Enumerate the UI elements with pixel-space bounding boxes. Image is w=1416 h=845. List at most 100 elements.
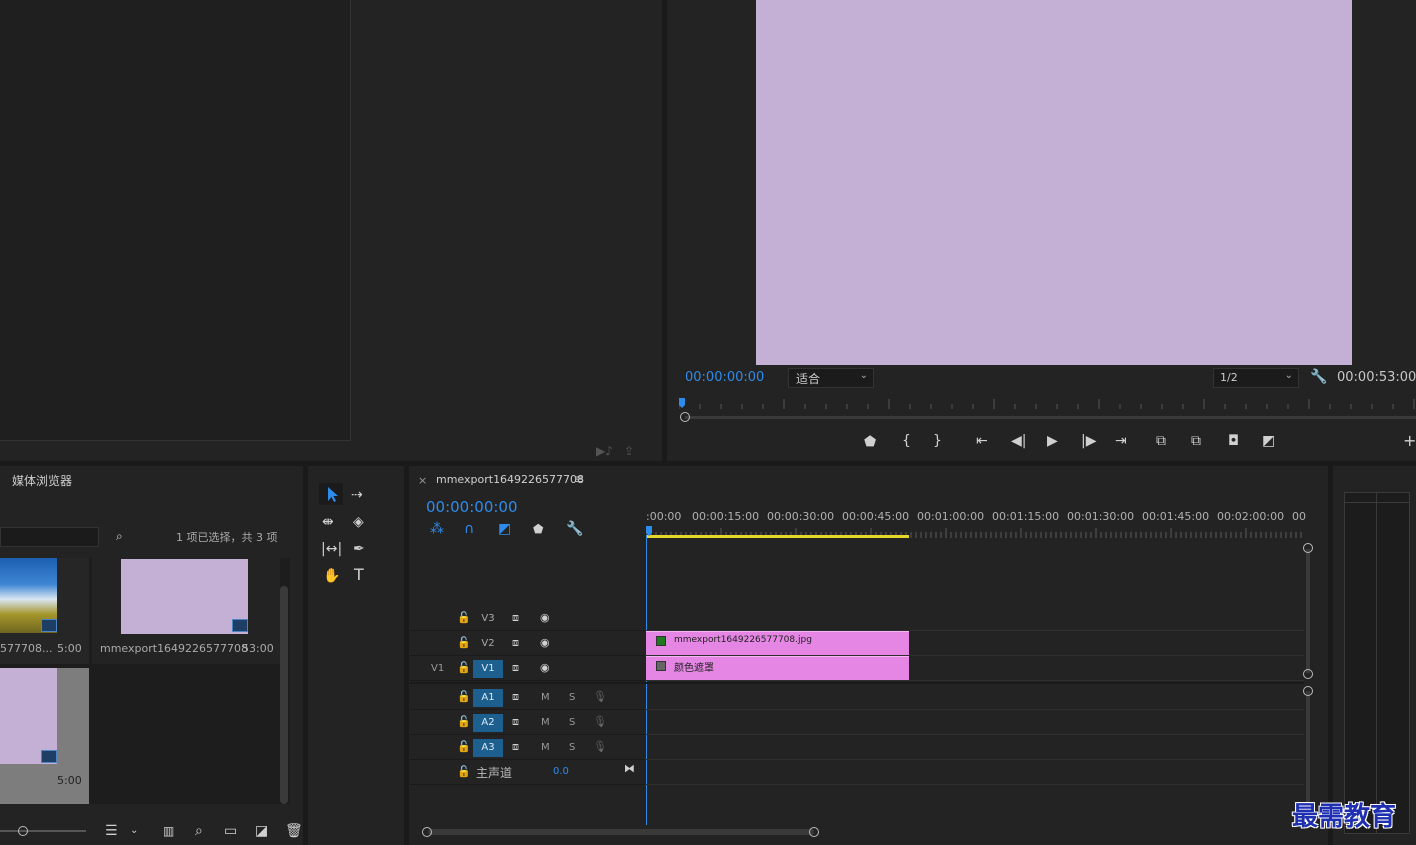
export-icon[interactable]: ⇪ [624, 444, 634, 458]
clip-v1-color-matte[interactable]: 颜色遮罩 [646, 656, 909, 680]
sync-lock-icon[interactable]: ⧈ [512, 715, 519, 729]
step-forward-icon[interactable]: |▶ [1081, 434, 1096, 448]
track-v1-label[interactable]: V1 [473, 660, 503, 678]
project-item[interactable]: mmexport1649226577708 53:00 [92, 558, 280, 664]
mark-in-icon[interactable]: { [902, 434, 911, 448]
sync-lock-icon[interactable]: ⧈ [512, 740, 519, 754]
project-item-selected[interactable]: 5:00 [0, 668, 89, 804]
timeline-horizontal-scrollbar[interactable] [428, 829, 814, 835]
lock-icon[interactable]: 🔓 [457, 661, 471, 675]
sync-lock-icon[interactable]: ⧈ [512, 661, 519, 675]
slip-icon[interactable]: |↔| [321, 542, 342, 556]
zoom-slider[interactable] [0, 830, 86, 832]
solo-button[interactable]: S [569, 692, 575, 703]
hscroll-handle-left[interactable] [422, 827, 432, 837]
sync-lock-icon[interactable]: ⧈ [512, 636, 519, 650]
extract-icon[interactable]: ⧉ [1191, 434, 1201, 448]
microphone-icon[interactable]: 🎙 [593, 740, 607, 754]
add-marker-icon[interactable]: ⬟ [864, 435, 876, 449]
find-icon[interactable]: ⌕ [116, 529, 123, 543]
track-v2-label[interactable]: V2 [473, 635, 503, 653]
zoom-slider-handle[interactable] [18, 826, 28, 836]
lock-icon[interactable]: 🔓 [457, 636, 471, 650]
timeline-settings-icon[interactable]: 🔧 [566, 522, 583, 536]
eye-icon[interactable]: ◉ [540, 636, 550, 650]
comparison-view-icon[interactable]: ◩ [1262, 434, 1275, 448]
sync-lock-icon[interactable]: ⧈ [512, 690, 519, 704]
automate-icon[interactable]: ▥ [163, 824, 174, 838]
program-mini-ruler[interactable] [679, 396, 1416, 410]
timeline-tab-close[interactable]: × [418, 474, 427, 487]
go-to-end-icon[interactable]: ⧓ [624, 762, 635, 776]
lock-icon[interactable]: 🔓 [457, 690, 471, 704]
project-item[interactable]: 577708... 5:00 [0, 558, 89, 664]
lock-icon[interactable]: 🔓 [457, 765, 471, 779]
sort-icon[interactable]: ☰ [105, 824, 118, 838]
lock-icon[interactable]: 🔓 [457, 740, 471, 754]
mute-button[interactable]: M [541, 742, 550, 753]
master-volume-value[interactable]: 0.0 [553, 766, 569, 777]
type-icon[interactable]: T [354, 567, 364, 583]
clip-v1-label: 颜色遮罩 [674, 663, 714, 674]
mark-out-icon[interactable]: } [933, 434, 942, 448]
program-scroll-track[interactable] [685, 416, 1416, 419]
go-to-in-icon[interactable]: ⇤ [976, 434, 988, 448]
timeline-tab-menu[interactable]: ≡ [574, 472, 584, 486]
mute-button[interactable]: M [541, 692, 550, 703]
razor-icon[interactable]: ◈ [353, 515, 364, 529]
track-a1-label[interactable]: A1 [473, 689, 503, 707]
hand-icon[interactable]: ✋ [323, 569, 340, 583]
wrench-icon[interactable]: 🔧 [1310, 370, 1327, 384]
solo-button[interactable]: S [569, 717, 575, 728]
lock-icon[interactable]: 🔓 [457, 611, 471, 625]
eye-icon[interactable]: ◉ [540, 611, 550, 625]
track-select-icon[interactable]: ⇢ [351, 488, 363, 502]
source-patch-v1[interactable]: V1 [431, 663, 444, 674]
nest-icon[interactable]: ⁂ [430, 522, 444, 536]
play-icon[interactable]: ▶ [1047, 434, 1058, 448]
track-v3-label[interactable]: V3 [473, 610, 503, 628]
eye-icon[interactable]: ◉ [540, 661, 550, 675]
timeline-timecode[interactable]: 00:00:00:00 [426, 498, 518, 516]
resolution-dropdown[interactable]: 1/2 ⌄ [1213, 368, 1299, 388]
mute-button[interactable]: M [541, 717, 550, 728]
ripple-edit-icon[interactable]: ⇼ [322, 515, 334, 529]
clip-v2-image[interactable]: mmexport1649226577708.jpg [646, 631, 909, 655]
snap-magnet-icon[interactable]: ∩ [464, 522, 474, 536]
microphone-icon[interactable]: 🎙 [593, 715, 607, 729]
search-input[interactable] [0, 527, 99, 547]
scroll-handle-audio[interactable] [1303, 686, 1313, 696]
pen-icon[interactable]: ✒ [353, 542, 365, 556]
add-marker-icon[interactable]: ⬟ [533, 522, 543, 536]
trash-icon[interactable]: 🗑 [285, 824, 303, 838]
new-bin-icon[interactable]: ▭ [224, 824, 237, 838]
track-a2-label[interactable]: A2 [473, 714, 503, 732]
media-browser-tab[interactable]: 媒体浏览器 [12, 472, 72, 489]
go-to-out-icon[interactable]: ⇥ [1115, 434, 1127, 448]
scroll-handle-top[interactable] [1303, 543, 1313, 553]
timeline-tab-title[interactable]: mmexport1649226577708 [436, 473, 584, 486]
scroll-handle-bottom[interactable] [1303, 669, 1313, 679]
track-a3-label[interactable]: A3 [473, 739, 503, 757]
step-back-icon[interactable]: ◀| [1011, 434, 1026, 448]
program-scroll-handle[interactable] [680, 412, 690, 422]
find-icon[interactable]: ⌕ [195, 824, 203, 838]
lock-icon[interactable]: 🔓 [457, 715, 471, 729]
project-scrollbar[interactable] [280, 586, 288, 804]
selection-tool[interactable] [319, 483, 343, 505]
fit-dropdown[interactable]: 适合 ⌄ [788, 368, 874, 388]
timeline-ruler[interactable]: :00:00 00:00:15:00 00:00:30:00 00:00:45:00 0… [646, 506, 1306, 540]
add-button-icon[interactable]: + [1403, 433, 1416, 449]
video-vertical-scrollbar[interactable] [1306, 549, 1310, 673]
camera-icon[interactable]: ◘ [1228, 434, 1239, 448]
chevron-down-icon[interactable]: ⌄ [130, 824, 138, 838]
new-item-icon[interactable]: ◪ [255, 824, 268, 838]
hscroll-handle-right[interactable] [809, 827, 819, 837]
linked-selection-icon[interactable]: ◩ [498, 522, 511, 536]
program-current-timecode[interactable]: 00:00:00:00 [685, 370, 764, 385]
lift-icon[interactable]: ⧉ [1156, 434, 1166, 448]
solo-button[interactable]: S [569, 742, 575, 753]
sync-lock-icon[interactable]: ⧈ [512, 611, 519, 625]
microphone-icon[interactable]: 🎙 [593, 690, 607, 704]
insert-icon[interactable]: ▶♪ [596, 444, 613, 458]
